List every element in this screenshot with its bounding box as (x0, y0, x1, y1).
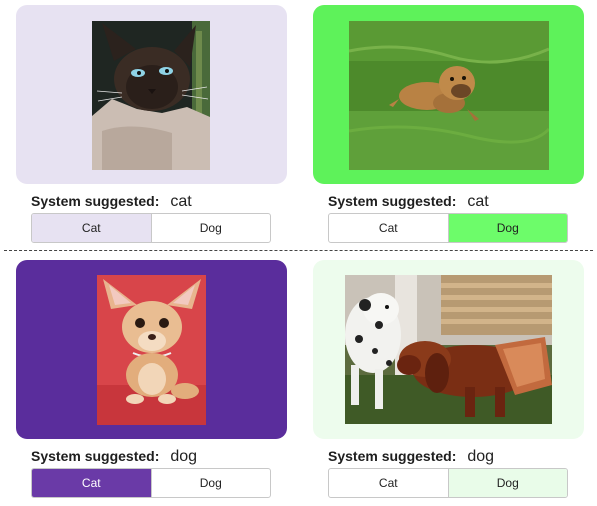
system-suggestion-label: System suggested: (328, 193, 457, 209)
cat-option-button[interactable]: Cat (329, 214, 448, 242)
system-suggestion-label: System suggested: (31, 448, 160, 464)
dog-on-grass-photo (349, 21, 549, 170)
system-suggestion-value: dog (467, 448, 495, 465)
cat-dog-toggle: Cat Dog (31, 468, 271, 498)
dog-option-button[interactable]: Dog (447, 469, 567, 497)
cat-option-button[interactable]: Cat (329, 469, 448, 497)
system-suggestion: System suggested: cat (328, 193, 489, 211)
cat-dog-toggle: Cat Dog (31, 213, 271, 243)
image-card (313, 5, 584, 184)
image-card (16, 260, 287, 439)
image-card (313, 260, 584, 439)
system-suggestion: System suggested: dog (328, 448, 494, 466)
cat-dog-toggle: Cat Dog (328, 213, 568, 243)
system-suggestion-label: System suggested: (31, 193, 160, 209)
system-suggestion: System suggested: cat (31, 193, 192, 211)
dog-option-button[interactable]: Dog (447, 214, 567, 242)
chihuahua-photo (97, 275, 206, 425)
system-suggestion-value: cat (170, 193, 192, 210)
cat-option-button[interactable]: Cat (32, 214, 151, 242)
system-suggestion: System suggested: dog (31, 448, 197, 466)
dog-option-button[interactable]: Dog (150, 214, 271, 242)
system-suggestion-value: cat (467, 193, 489, 210)
cat-dog-toggle: Cat Dog (328, 468, 568, 498)
dalmatian-and-setter-photo (345, 275, 552, 424)
dog-option-button[interactable]: Dog (150, 469, 271, 497)
system-suggestion-label: System suggested: (328, 448, 457, 464)
cat-option-button[interactable]: Cat (32, 469, 151, 497)
image-card (16, 5, 287, 184)
cat-photo (92, 21, 210, 170)
section-divider (4, 250, 593, 251)
system-suggestion-value: dog (170, 448, 198, 465)
